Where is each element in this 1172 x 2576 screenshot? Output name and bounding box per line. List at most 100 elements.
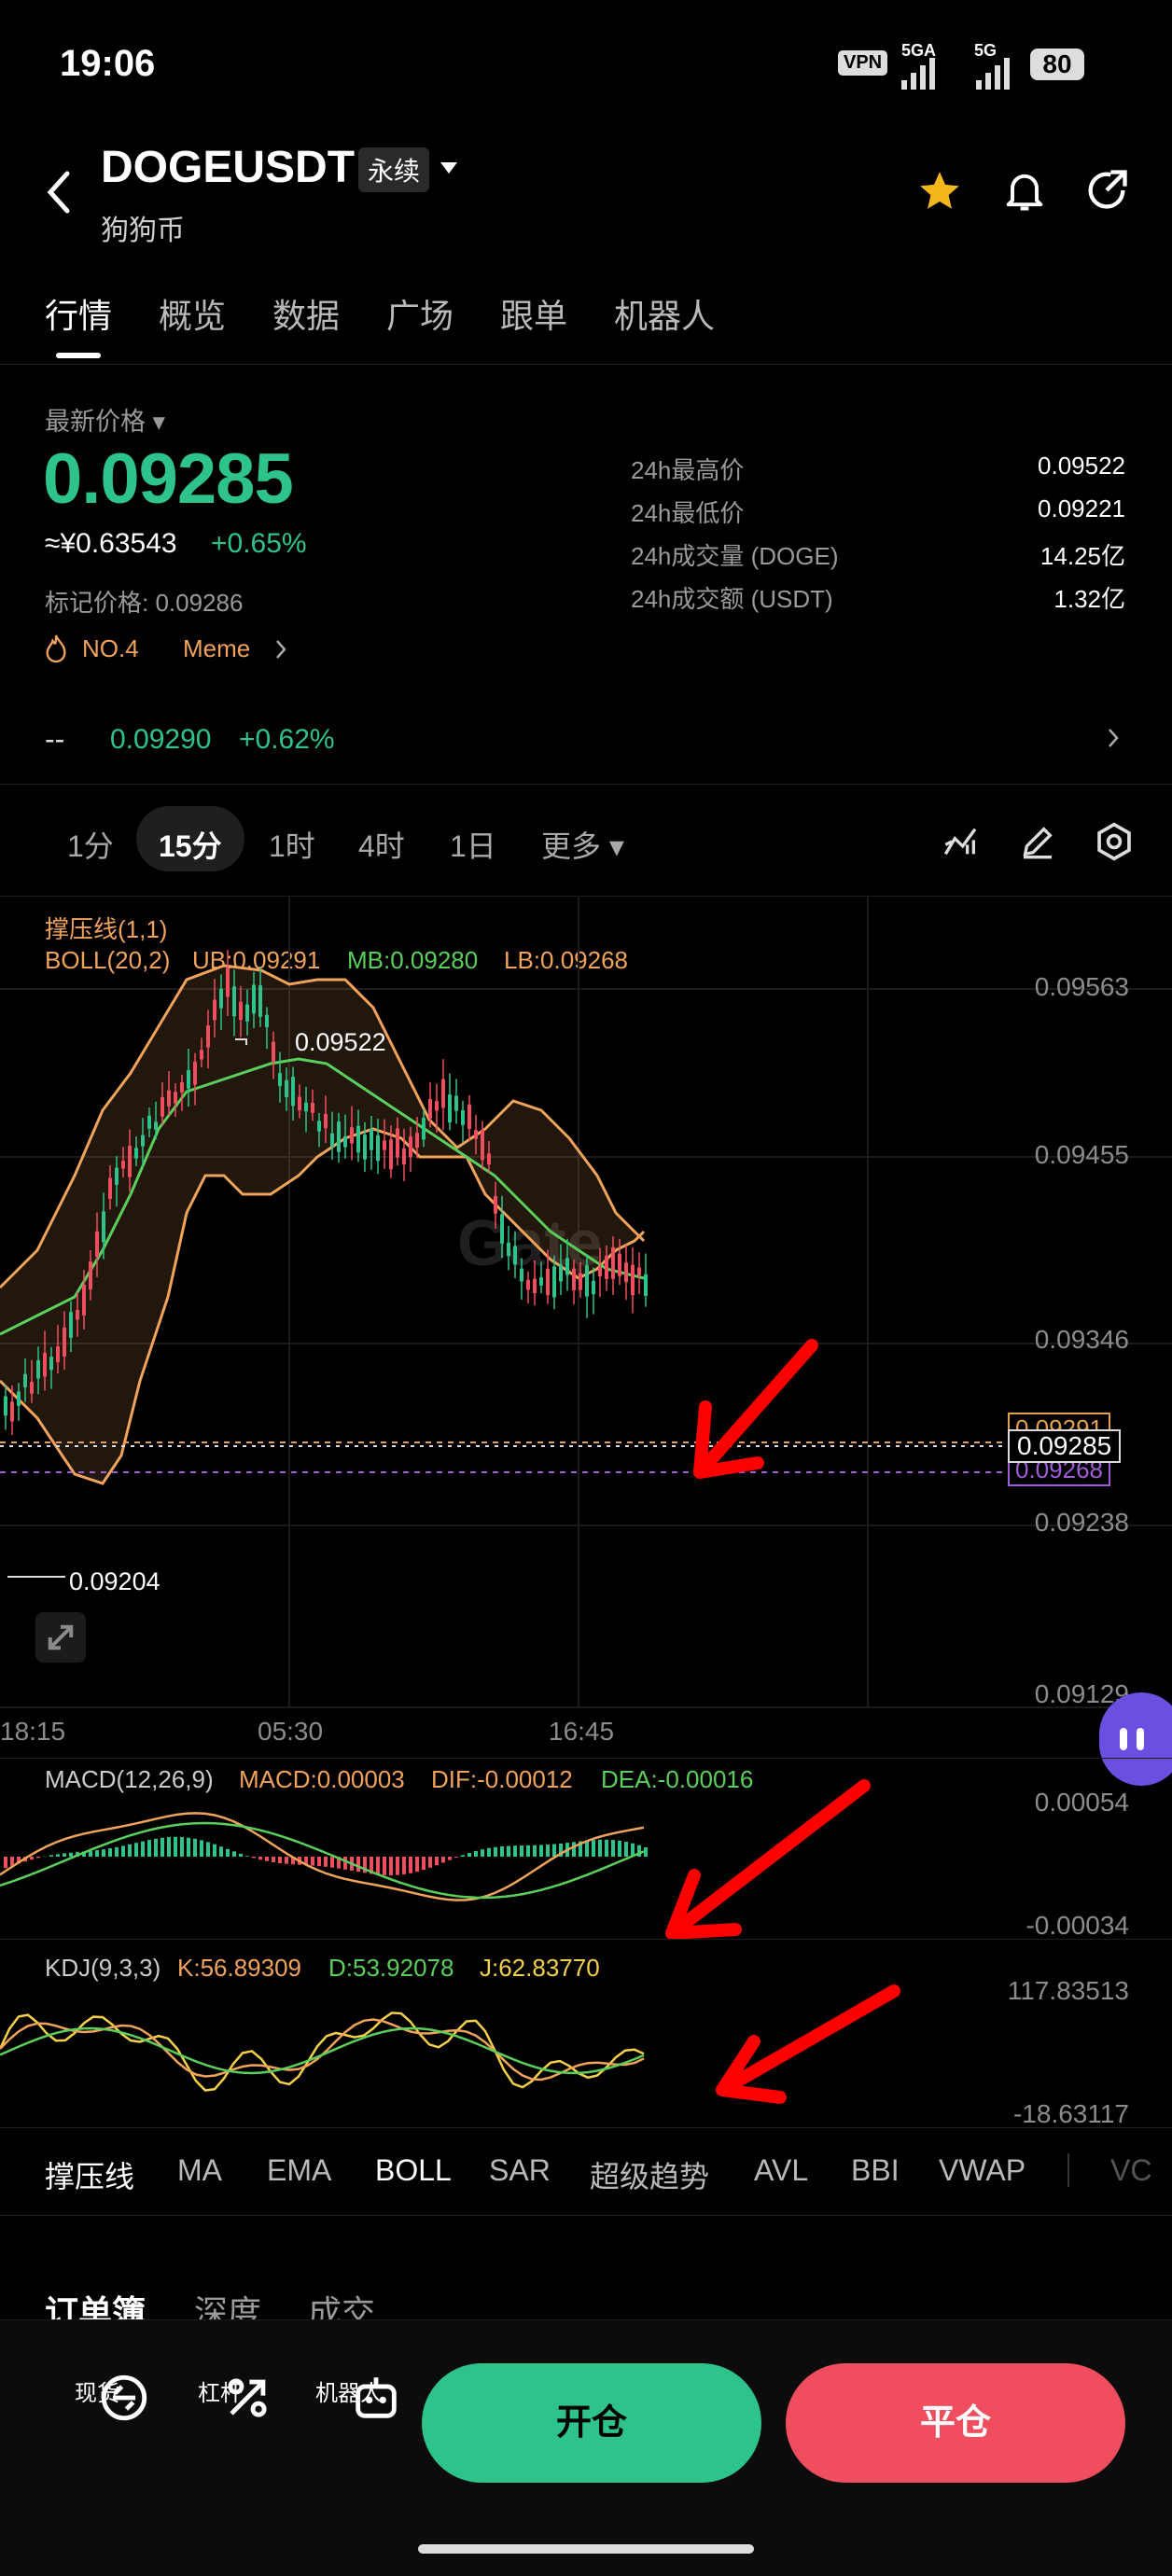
- candle: [448, 1073, 452, 1130]
- macd-bar: [592, 1840, 595, 1857]
- divider: [0, 784, 1172, 785]
- tab-square[interactable]: 广场: [386, 289, 453, 338]
- tab-data[interactable]: 数据: [272, 289, 340, 338]
- macd-bar: [226, 1849, 230, 1857]
- robot-icon: [349, 2371, 403, 2425]
- macd-bottom: -0.00034: [1026, 1911, 1129, 1941]
- close-position-button[interactable]: 平仓: [786, 2363, 1125, 2483]
- tag-badge[interactable]: Meme: [183, 634, 250, 663]
- macd-bar: [213, 1845, 216, 1857]
- macd-bar: [187, 1838, 190, 1857]
- macd-bar: [487, 1848, 491, 1857]
- floating-assistant-button[interactable]: [1099, 1692, 1172, 1786]
- macd-bar: [4, 1857, 7, 1868]
- indicator-supertrend[interactable]: 超级趋势: [590, 2153, 709, 2196]
- stat-value: 0.09221: [1038, 494, 1125, 523]
- macd-bar: [174, 1837, 177, 1857]
- tab-copytrade[interactable]: 跟单: [500, 289, 567, 338]
- price-label[interactable]: 最新价格 ▾: [45, 401, 165, 438]
- draw-pencil-icon[interactable]: [1019, 823, 1056, 860]
- indicator-support[interactable]: 撑压线: [45, 2153, 134, 2196]
- macd-bar: [245, 1856, 249, 1857]
- macd-bar: [278, 1857, 282, 1863]
- macd-bar: [513, 1845, 517, 1857]
- rank-badge[interactable]: NO.4: [82, 634, 139, 663]
- indicator-ma[interactable]: MA: [177, 2153, 222, 2188]
- battery-icon: 80: [1030, 49, 1084, 80]
- kdj-d: D:53.92078: [328, 1954, 453, 1983]
- interval-1d[interactable]: 1日: [450, 823, 496, 866]
- chevron-down-icon[interactable]: [439, 160, 459, 175]
- macd-bar: [128, 1845, 132, 1857]
- indicator-sar[interactable]: SAR: [489, 2153, 551, 2188]
- tab-bot[interactable]: 机器人: [614, 289, 715, 338]
- stat-value: 14.25亿: [1040, 537, 1125, 572]
- share-icon[interactable]: [1082, 166, 1131, 215]
- macd-bar: [507, 1846, 510, 1857]
- current-price-tag: 0.09285: [1008, 1429, 1121, 1463]
- indicator-boll[interactable]: BOLL: [375, 2153, 452, 2188]
- macd-bar: [285, 1857, 288, 1864]
- macd-bar: [108, 1848, 112, 1857]
- indicator-icon[interactable]: [942, 823, 980, 860]
- macd-bar: [343, 1857, 347, 1870]
- indicator-vwap[interactable]: VWAP: [939, 2153, 1026, 2188]
- chevron-right-icon[interactable]: [1107, 726, 1120, 750]
- interval-1h[interactable]: 1时: [269, 823, 315, 866]
- macd-bar: [272, 1857, 275, 1862]
- macd-bar: [481, 1849, 484, 1857]
- nav-spot[interactable]: 现货: [60, 2371, 134, 2407]
- interval-15m[interactable]: 15分: [159, 823, 222, 866]
- interval-1m[interactable]: 1分: [67, 823, 114, 866]
- tab-overview[interactable]: 概览: [159, 289, 226, 338]
- macd-bar: [500, 1846, 504, 1857]
- star-icon[interactable]: [916, 168, 963, 215]
- macd-bar: [448, 1857, 452, 1860]
- nav-robot[interactable]: 机器人: [302, 2371, 396, 2407]
- indicator-vc[interactable]: VC: [1110, 2153, 1151, 2188]
- candle: [441, 1059, 445, 1130]
- expand-icon: [35, 1612, 86, 1663]
- interval-more[interactable]: 更多 ▾: [541, 823, 624, 866]
- back-icon[interactable]: [41, 168, 78, 216]
- macd-bar: [461, 1855, 465, 1857]
- indicator-avl[interactable]: AVL: [754, 2153, 808, 2188]
- macd-bar: [356, 1857, 360, 1872]
- indicator-ema[interactable]: EMA: [267, 2153, 331, 2188]
- x-tick: 18:15: [0, 1717, 65, 1747]
- candle: [644, 1253, 648, 1306]
- candlestick-plot[interactable]: Gate: [0, 896, 1172, 1754]
- macd-bar: [454, 1857, 458, 1858]
- nav-leverage[interactable]: 杠杆: [183, 2371, 258, 2407]
- y-tick: 0.09455: [1035, 1140, 1129, 1170]
- open-position-button[interactable]: 开仓: [422, 2363, 761, 2483]
- price-change: +0.65%: [211, 528, 307, 560]
- macd-bar: [428, 1857, 432, 1868]
- stat-label: 24h最高价: [631, 452, 744, 486]
- x-tick: 16:45: [549, 1717, 614, 1747]
- dash-text: --: [45, 722, 64, 757]
- chevron-right-icon[interactable]: [274, 638, 287, 661]
- stat-label: 24h最低价: [631, 494, 744, 529]
- macd-bar: [611, 1840, 615, 1857]
- indicator-bbi[interactable]: BBI: [851, 2153, 900, 2188]
- macd-bar: [141, 1842, 145, 1857]
- macd-bar: [200, 1840, 203, 1857]
- symbol-title[interactable]: DOGEUSDT: [101, 142, 355, 193]
- macd-bar: [520, 1845, 523, 1857]
- red-arrow-annotation: [672, 1334, 840, 1483]
- tab-market[interactable]: 行情: [45, 289, 112, 338]
- macd-bar: [160, 1838, 164, 1857]
- kdj-bottom: -18.63117: [1013, 2099, 1129, 2129]
- expand-chart-button[interactable]: [35, 1612, 86, 1663]
- macd-bar: [605, 1840, 608, 1857]
- fire-icon: [43, 633, 69, 664]
- bell-icon[interactable]: [1000, 166, 1049, 215]
- settings-gear-icon[interactable]: [1094, 821, 1135, 862]
- macd-bar: [317, 1857, 321, 1866]
- macd-bar: [252, 1857, 256, 1858]
- macd-bar: [56, 1854, 60, 1857]
- macd-bar: [219, 1846, 223, 1857]
- interval-4h[interactable]: 4时: [358, 823, 405, 866]
- stat-label: 24h成交量 (DOGE): [631, 537, 839, 572]
